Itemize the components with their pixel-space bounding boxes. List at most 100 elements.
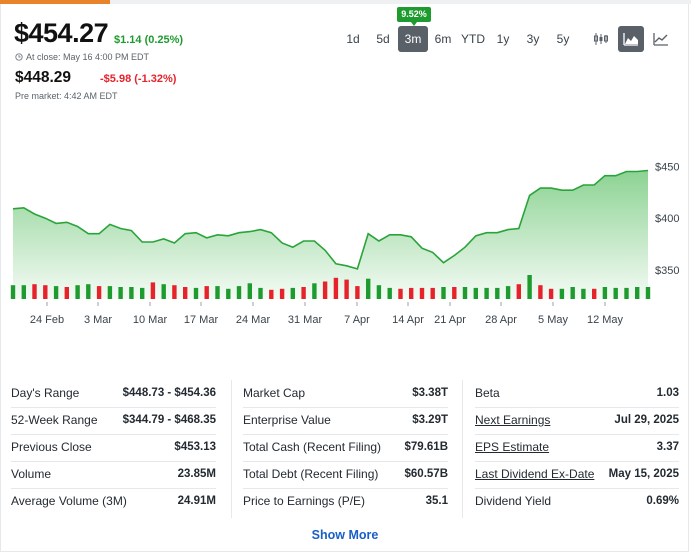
x-tick-label: 24 Feb bbox=[30, 314, 64, 326]
stat-row: Dividend Yield 0.69% bbox=[475, 491, 679, 511]
volume-bar bbox=[140, 287, 145, 299]
range-1d-button[interactable]: 1d bbox=[338, 26, 368, 52]
volume-bar bbox=[290, 287, 295, 299]
volume-bar bbox=[64, 287, 69, 299]
volume-bar bbox=[452, 287, 457, 299]
volume-bar bbox=[527, 275, 532, 299]
volume-bar bbox=[215, 286, 220, 299]
range-ytd-button[interactable]: YTD bbox=[458, 26, 488, 52]
current-price: $454.27 bbox=[14, 18, 109, 48]
stat-label: Day's Range bbox=[11, 386, 80, 400]
volume-bar bbox=[581, 288, 586, 299]
volume-bar bbox=[613, 287, 618, 299]
volume-bar bbox=[269, 289, 274, 299]
row-divider bbox=[475, 434, 679, 435]
stat-label: Total Debt (Recent Filing) bbox=[243, 467, 379, 481]
volume-bar bbox=[538, 285, 543, 299]
range-3m-button[interactable]: 3m bbox=[398, 26, 428, 52]
volume-bar bbox=[441, 287, 446, 299]
stat-label: 52-Week Range bbox=[11, 413, 98, 427]
volume-bar bbox=[570, 287, 575, 299]
price-chart[interactable]: $450 $400 $350 24 Feb 3 Mar 10 Mar 17 Mar 24 M… bbox=[0, 130, 691, 330]
volume-bar bbox=[247, 283, 252, 299]
stat-label[interactable]: Next Earnings bbox=[475, 410, 550, 430]
stat-row[interactable]: Next Earnings Jul 29, 2025 bbox=[475, 410, 679, 430]
x-tick-label: 28 Apr bbox=[485, 314, 517, 326]
range-6m-button[interactable]: 6m bbox=[428, 26, 458, 52]
volume-bar bbox=[462, 287, 468, 299]
candlestick-icon bbox=[594, 33, 608, 45]
premarket-price: $448.29 bbox=[15, 69, 72, 86]
row-divider bbox=[475, 407, 679, 408]
volume-bar bbox=[10, 285, 16, 299]
row-divider bbox=[11, 407, 216, 408]
stat-row: 52-Week Range $344.79 - $468.35 bbox=[11, 410, 216, 430]
stat-row[interactable]: Last Dividend Ex-Date May 15, 2025 bbox=[475, 464, 679, 484]
range-5d-button[interactable]: 5d bbox=[368, 26, 398, 52]
mountain-chart-button[interactable] bbox=[618, 26, 644, 52]
line-chart-button[interactable] bbox=[648, 26, 674, 52]
volume-bar bbox=[53, 286, 59, 299]
candlestick-chart-button[interactable] bbox=[588, 26, 614, 52]
x-tick-label: 24 Mar bbox=[236, 314, 271, 326]
volume-bar bbox=[516, 284, 521, 299]
volume-bar bbox=[430, 287, 435, 299]
row-divider bbox=[11, 461, 216, 462]
range-change-badge: 9.52% bbox=[397, 7, 431, 26]
stat-label: Previous Close bbox=[11, 440, 92, 454]
stat-row: Market Cap $3.38T bbox=[243, 383, 448, 403]
stat-label: Total Cash (Recent Filing) bbox=[243, 440, 382, 454]
volume-bar bbox=[226, 288, 231, 299]
volume-bar bbox=[129, 287, 134, 299]
column-divider bbox=[462, 380, 463, 518]
volume-bar bbox=[355, 286, 360, 299]
stat-value: 0.69% bbox=[646, 495, 679, 507]
volume-bar bbox=[86, 284, 91, 299]
volume-bar bbox=[398, 288, 403, 299]
stat-row: Average Volume (3M) 24.91M bbox=[11, 491, 216, 511]
stat-row[interactable]: EPS Estimate 3.37 bbox=[475, 437, 679, 457]
price-change: $1.14 (0.25%) bbox=[114, 34, 184, 46]
range-3y-button[interactable]: 3y bbox=[518, 26, 548, 52]
volume-bar bbox=[150, 282, 156, 299]
volume-bar bbox=[183, 287, 188, 299]
row-divider bbox=[243, 461, 448, 462]
volume-bar bbox=[204, 286, 209, 299]
stat-value: $453.13 bbox=[174, 441, 216, 453]
stat-value: $344.79 - $468.35 bbox=[122, 414, 216, 426]
show-more-link[interactable]: Show More bbox=[300, 528, 390, 542]
y-tick-label: $350 bbox=[655, 265, 679, 277]
volume-bar bbox=[312, 283, 317, 299]
stat-value: $79.61B bbox=[404, 441, 448, 453]
volume-bar bbox=[301, 287, 306, 299]
stat-label[interactable]: Last Dividend Ex-Date bbox=[475, 464, 594, 484]
range-5y-button[interactable]: 5y bbox=[548, 26, 578, 52]
stat-value: 23.85M bbox=[177, 468, 216, 480]
stat-label: Beta bbox=[475, 386, 500, 400]
column-divider bbox=[231, 380, 232, 518]
stat-row: Total Cash (Recent Filing) $79.61B bbox=[243, 437, 448, 457]
line-icon bbox=[653, 33, 668, 46]
y-tick-label: $450 bbox=[655, 161, 679, 173]
row-divider bbox=[243, 434, 448, 435]
x-tick-label: 3 Mar bbox=[84, 314, 112, 326]
stat-label: Market Cap bbox=[243, 386, 306, 400]
stat-row: Day's Range $448.73 - $454.36 bbox=[11, 383, 216, 403]
range-selector: 1d 5d 3m 6m YTD 1y 3y 5y bbox=[338, 26, 578, 52]
stat-label: Volume bbox=[11, 467, 52, 481]
stat-label: Price to Earnings (P/E) bbox=[243, 494, 366, 508]
volume-bar bbox=[366, 278, 371, 299]
row-divider bbox=[243, 407, 448, 408]
row-divider bbox=[243, 488, 448, 489]
stat-label: Enterprise Value bbox=[243, 413, 331, 427]
volume-bar bbox=[279, 288, 285, 299]
x-tick-label: 10 Mar bbox=[133, 314, 168, 326]
y-tick-label: $400 bbox=[655, 213, 679, 225]
stat-value: 35.1 bbox=[425, 495, 448, 507]
stat-row: Beta 1.03 bbox=[475, 383, 679, 403]
stat-label[interactable]: EPS Estimate bbox=[475, 437, 549, 457]
volume-bar bbox=[602, 287, 608, 299]
volume-bar bbox=[96, 286, 102, 299]
range-1y-button[interactable]: 1y bbox=[488, 26, 518, 52]
stat-row: Enterprise Value $3.29T bbox=[243, 410, 448, 430]
